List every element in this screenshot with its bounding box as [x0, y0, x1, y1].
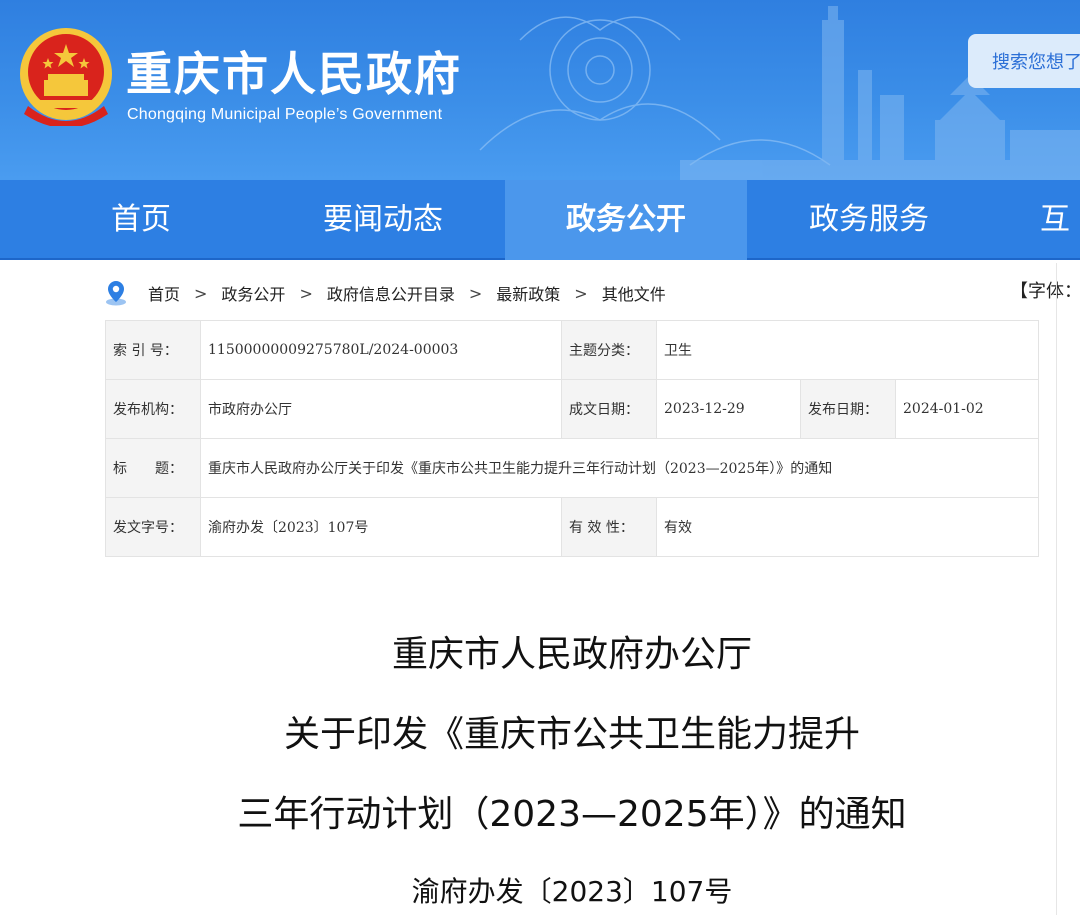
- main-nav: 首页 要闻动态 政务公开 政务服务 互: [0, 180, 1080, 260]
- article-title-line-3: 三年行动计划（2023—2025年）》的通知: [237, 794, 907, 835]
- breadcrumb-separator: >: [574, 283, 588, 303]
- document-meta-table: 索 引 号： 11500000009275780L/2024-00003 主题分…: [105, 320, 1039, 557]
- header-banner: 重庆市人民政府 Chongqing Municipal People’s Gov…: [0, 0, 1080, 180]
- doc-number-value: 渝府办发〔2023〕107号: [200, 497, 562, 557]
- site-subtitle: Chongqing Municipal People’s Government: [127, 106, 443, 123]
- breadcrumb-government-affairs[interactable]: 政务公开: [221, 281, 285, 305]
- topic-label: 主题分类：: [561, 320, 657, 380]
- search-button[interactable]: 搜索您想了: [968, 34, 1080, 88]
- breadcrumb-separator: >: [194, 283, 208, 303]
- breadcrumb-latest-policy[interactable]: 最新政策: [496, 281, 560, 305]
- index-value: 11500000009275780L/2024-00003: [200, 320, 562, 380]
- validity-value: 有效: [656, 497, 1039, 557]
- site-title[interactable]: 重庆市人民政府: [126, 38, 462, 104]
- breadcrumb-other-files[interactable]: 其他文件: [602, 281, 666, 305]
- doc-number-label: 发文字号：: [105, 497, 201, 557]
- topic-value: 卫生: [656, 320, 1039, 380]
- nav-item-services[interactable]: 政务服务: [748, 180, 990, 260]
- location-pin-icon: [106, 281, 126, 306]
- font-size-label: 【字体：: [1010, 281, 1080, 302]
- org-value: 市政府办公厅: [200, 379, 562, 439]
- nav-item-home[interactable]: 首页: [20, 180, 262, 260]
- table-row: 发布机构： 市政府办公厅 成文日期： 2023-12-29 发布日期： 2024…: [105, 379, 1039, 439]
- table-row: 索 引 号： 11500000009275780L/2024-00003 主题分…: [105, 320, 1039, 380]
- publish-date-value: 2024-01-02: [895, 379, 1039, 439]
- nav-item-news[interactable]: 要闻动态: [262, 180, 504, 260]
- breadcrumb-info-catalog[interactable]: 政府信息公开目录: [327, 281, 455, 305]
- article-doc-number: 渝府办发〔2023〕107号: [411, 875, 733, 908]
- article-title-line-1: 重庆市人民政府办公厅: [391, 634, 752, 675]
- breadcrumb: 首页 > 政务公开 > 政府信息公开目录 > 最新政策 > 其他文件: [104, 278, 666, 308]
- title-value: 重庆市人民政府办公厅关于印发《重庆市公共卫生能力提升三年行动计划（2023—20…: [200, 438, 1039, 498]
- index-label: 索 引 号：: [105, 320, 201, 380]
- nav-item-government-affairs[interactable]: 政务公开: [505, 180, 747, 260]
- written-date-label: 成文日期：: [561, 379, 657, 439]
- breadcrumb-separator: >: [468, 283, 483, 303]
- breadcrumb-separator: >: [299, 283, 313, 303]
- table-row: 发文字号： 渝府办发〔2023〕107号 有 效 性： 有效: [105, 497, 1039, 557]
- title-label: 标 题：: [105, 438, 201, 498]
- table-row: 标 题： 重庆市人民政府办公厅关于印发《重庆市公共卫生能力提升三年行动计划（20…: [105, 438, 1039, 498]
- org-label: 发布机构：: [105, 379, 201, 439]
- national-emblem-icon: [20, 28, 112, 126]
- article-heading: 重庆市人民政府办公厅 关于印发《重庆市公共卫生能力提升 三年行动计划（2023—…: [0, 620, 1080, 910]
- article-title-line-2: 关于印发《重庆市公共卫生能力提升: [283, 714, 860, 755]
- breadcrumb-home[interactable]: 首页: [148, 281, 180, 305]
- written-date-value: 2023-12-29: [656, 379, 801, 439]
- content-border: [1056, 263, 1057, 915]
- validity-label: 有 效 性：: [561, 497, 657, 557]
- nav-item-interaction[interactable]: 互: [1040, 180, 1080, 260]
- publish-date-label: 发布日期：: [800, 379, 896, 439]
